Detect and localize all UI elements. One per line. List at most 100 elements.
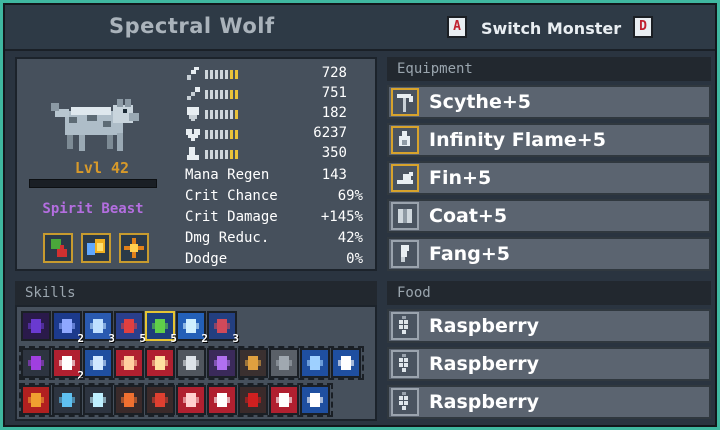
stat-label: Crit Chance [185,188,278,204]
stat-value: 350 [321,145,347,161]
sword-icon [187,67,199,80]
stat-dodge: Dodge 0% [185,251,371,271]
equipment-slot[interactable]: Coat+5 [387,199,711,233]
skill-level: 3 [232,332,239,345]
stat-pip [215,150,218,159]
previous-monster-key[interactable]: A [447,16,467,38]
stat-value: 143 [321,167,347,183]
stat-pips [205,130,238,139]
stat-pip [205,130,208,139]
stat-value: 0% [346,251,363,267]
stat-label: Dmg Reduc. [185,230,270,246]
stat-label: Crit Damage [185,209,278,225]
stats-panel: Lvl 42 Spirit Beast 728 751 182 6237 350… [15,57,377,271]
stat-crit-chance: Crit Chance 69% [185,188,371,208]
stat-pip [220,110,223,119]
stat-pips [205,70,238,79]
equipment-name: Coat+5 [429,205,508,227]
equipment-name: Infinity Flame+5 [429,129,606,151]
wand-icon [187,87,200,100]
stat-value: 728 [321,65,347,81]
stat-dmg-reduction: Dmg Reduc. 42% [185,230,371,250]
stat-value: 69% [337,188,363,204]
stat-pip [215,90,218,99]
stat-pip [210,70,213,79]
stat-row-health: 6237 [185,125,371,143]
stat-pip [210,110,213,119]
skills-grid: 2355232 [17,307,375,419]
food-slot[interactable]: Raspberry [387,385,711,419]
frost-burst-skill[interactable]: 2 [176,311,208,345]
stat-pip [220,150,223,159]
switch-monster-label[interactable]: Switch Monster [481,19,621,38]
raspberry-icon [391,312,419,340]
food-name: Raspberry [429,391,539,413]
void-orb-skill[interactable] [21,311,51,341]
stat-pip [225,70,228,79]
stat-pips [205,150,238,159]
equipment-slot[interactable]: Infinity Flame+5 [387,123,711,157]
skills-panel: 2355232 [15,305,377,421]
stat-pip [210,150,213,159]
boot-icon [187,147,199,160]
stat-pip [230,130,233,139]
monster-window: Spectral Wolf A Switch Monster D Lvl 42 … [3,3,717,427]
stat-pip [215,110,218,119]
equipment-slot[interactable]: Fang+5 [387,237,711,271]
stat-value: 6237 [313,125,347,141]
fang-icon [391,240,419,268]
coat-icon [391,202,419,230]
stat-pip [225,150,228,159]
skills-header: Skills [15,281,377,305]
raspberry-icon [391,388,419,416]
ice-blade-skill[interactable]: 3 [83,311,115,345]
next-monster-key[interactable]: D [633,16,653,38]
shadow-flame-skill[interactable]: 2 [52,311,84,345]
stat-pip [225,110,228,119]
stat-row-magic: 751 [185,85,371,103]
equipment-name: Scythe+5 [429,91,531,113]
stat-row-speed: 350 [185,145,371,163]
stat-pips [205,110,238,119]
stat-value: 751 [321,85,347,101]
stat-pip [230,150,233,159]
food-name: Raspberry [429,353,539,375]
fin-icon [391,164,419,192]
scythe-icon [391,88,419,116]
stat-value: 42% [337,230,363,246]
stat-pip [230,70,233,79]
red-rain-skill[interactable]: 3 [207,311,239,345]
food-slot[interactable]: Raspberry [387,309,711,343]
stat-pip [230,90,233,99]
stat-pip [225,130,228,139]
food-slot[interactable]: Raspberry [387,347,711,381]
flame-icon [391,126,419,154]
stat-pip [235,110,238,119]
flame-drop-icon[interactable] [81,233,111,263]
stat-pip [235,150,238,159]
raspberry-icon [391,350,419,378]
wolf-portrait [51,99,139,151]
leaf-up-icon[interactable] [43,233,73,263]
equipment-name: Fang+5 [429,243,510,265]
stat-pip [225,90,228,99]
sparkle-icon[interactable] [119,233,149,263]
stat-pip [220,90,223,99]
stat-label: Mana Regen [185,167,270,183]
stat-pip [235,70,238,79]
stat-row-attack: 728 [185,65,371,83]
stat-mana-regen: Mana Regen 143 [185,167,371,187]
stat-pip [235,130,238,139]
stat-pip [215,70,218,79]
equipment-slot[interactable]: Fin+5 [387,161,711,195]
stat-crit-damage: Crit Damage +145% [185,209,371,229]
poison-ring-skill[interactable]: 5 [145,311,177,345]
blood-claw-skill[interactable]: 5 [114,311,146,345]
skill-row-outline [19,383,333,417]
stat-pip [205,150,208,159]
stat-pips [205,90,238,99]
equipment-name: Fin+5 [429,167,492,189]
stat-pip [205,90,208,99]
food-name: Raspberry [429,315,539,337]
equipment-slot[interactable]: Scythe+5 [387,85,711,119]
